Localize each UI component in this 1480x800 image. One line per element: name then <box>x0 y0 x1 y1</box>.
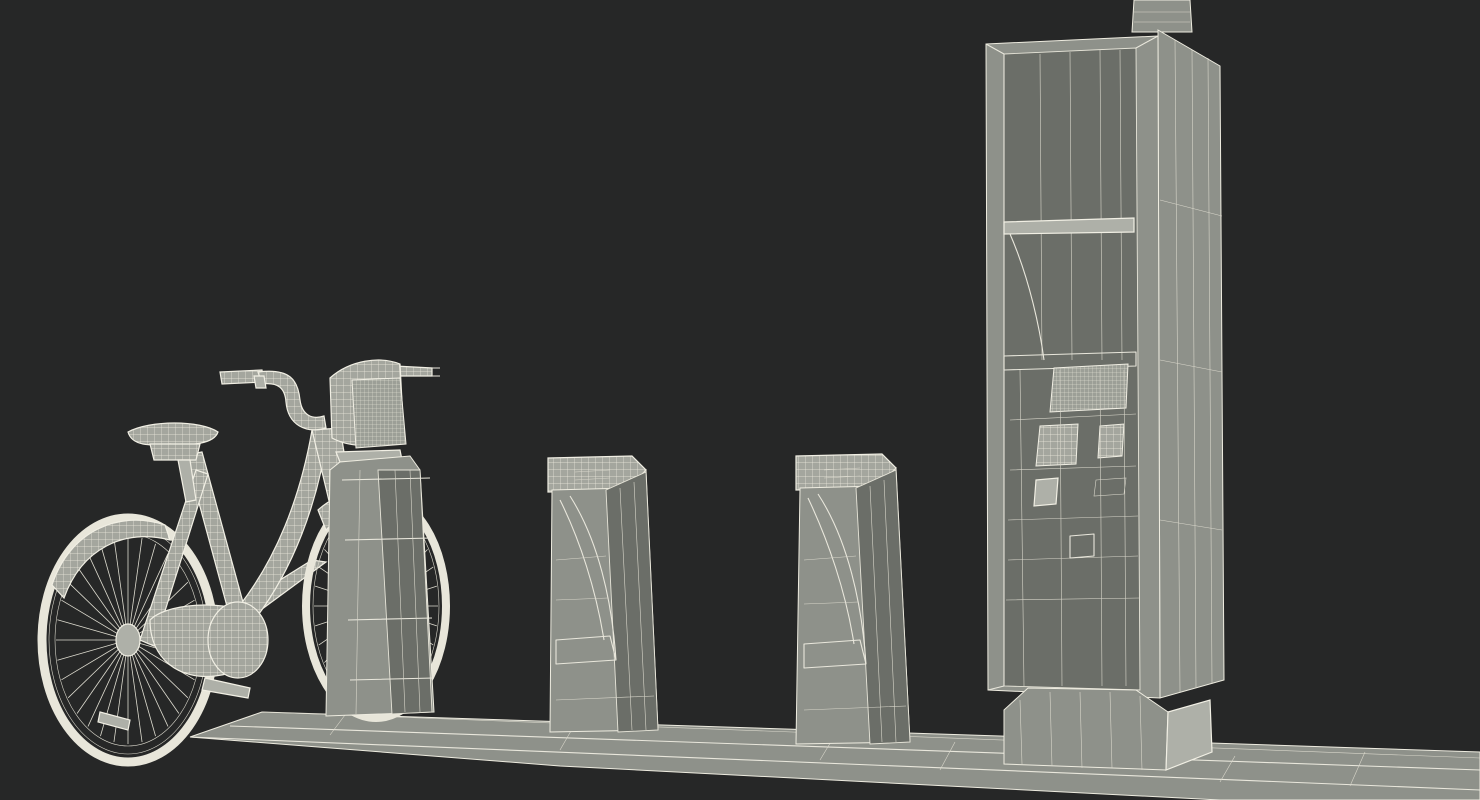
handlebar <box>219 365 440 431</box>
payment-kiosk <box>985 0 1225 771</box>
wireframe-scene <box>37 0 1480 800</box>
bike-dock <box>325 455 435 717</box>
kiosk-screen <box>1049 363 1129 413</box>
bike-dock <box>547 455 659 733</box>
bike-dock <box>795 453 911 745</box>
